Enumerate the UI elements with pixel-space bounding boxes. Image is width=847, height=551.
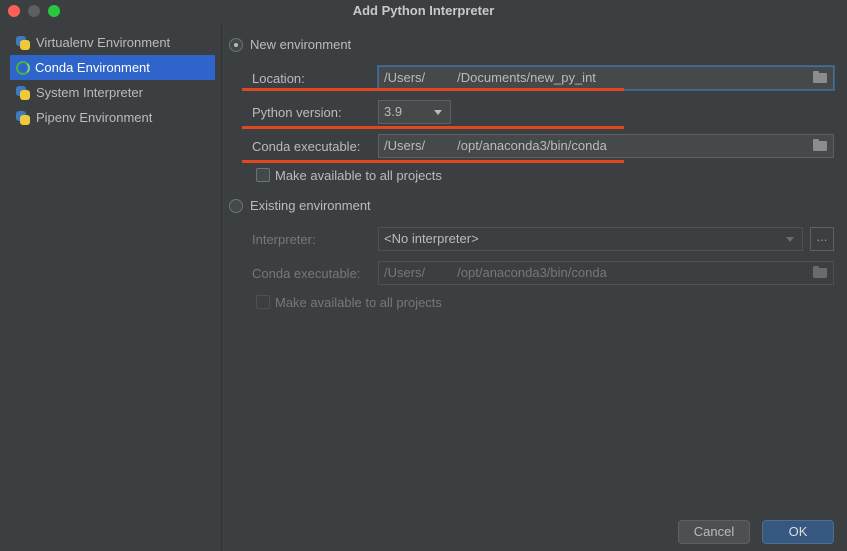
minimize-window-button[interactable] (28, 5, 40, 17)
new-environment-radio[interactable] (229, 38, 243, 52)
interpreter-select[interactable]: <No interpreter> (378, 227, 803, 251)
chevron-down-icon (434, 110, 442, 115)
existing-environment-radio[interactable] (229, 199, 243, 213)
title-bar: Add Python Interpreter (0, 0, 847, 22)
sidebar-item-conda[interactable]: Conda Environment (10, 55, 215, 80)
interpreter-value: <No interpreter> (384, 231, 479, 246)
annotation-underline-python-version (242, 126, 624, 129)
sidebar-item-system-interpreter[interactable]: System Interpreter (10, 80, 215, 105)
interpreter-label: Interpreter: (252, 232, 316, 247)
folder-icon[interactable] (813, 71, 827, 83)
ok-button[interactable]: OK (762, 520, 834, 544)
python-icon (15, 35, 31, 51)
python-version-label: Python version: (252, 105, 342, 120)
python-icon (15, 85, 31, 101)
sidebar-item-label: Virtualenv Environment (36, 35, 171, 50)
location-path-suffix: /Documents/new_py_int (457, 70, 596, 85)
annotation-underline-conda-executable (242, 160, 624, 163)
close-window-button[interactable] (8, 5, 20, 17)
window-title: Add Python Interpreter (352, 3, 495, 18)
existing-make-available-label: Make available to all projects (275, 295, 442, 310)
existing-conda-path-prefix: /Users/ (384, 265, 426, 280)
sidebar-item-label: Pipenv Environment (36, 110, 153, 125)
conda-executable-input[interactable]: /Users/ /opt/anaconda3/bin/conda (378, 134, 834, 158)
location-input[interactable]: /Users/ /Documents/new_py_int (378, 66, 834, 90)
maximize-window-button[interactable] (48, 5, 60, 17)
existing-conda-executable-input[interactable]: /Users/ /opt/anaconda3/bin/conda (378, 261, 834, 285)
pipenv-icon (15, 110, 31, 126)
conda-executable-label: Conda executable: (252, 139, 361, 154)
chevron-down-icon (786, 237, 794, 242)
existing-conda-path-suffix: /opt/anaconda3/bin/conda (457, 265, 607, 280)
location-label: Location: (252, 71, 305, 86)
conda-path-suffix: /opt/anaconda3/bin/conda (457, 138, 607, 153)
redacted-username (425, 266, 458, 281)
existing-conda-executable-label: Conda executable: (252, 266, 361, 281)
existing-make-available-checkbox[interactable] (256, 295, 270, 309)
folder-icon[interactable] (813, 139, 827, 151)
sidebar-item-pipenv[interactable]: Pipenv Environment (10, 105, 215, 130)
python-version-select[interactable]: 3.9 (378, 100, 451, 124)
folder-icon[interactable] (813, 266, 827, 278)
cancel-button[interactable]: Cancel (678, 520, 750, 544)
make-available-checkbox[interactable] (256, 168, 270, 182)
python-version-value: 3.9 (384, 104, 403, 119)
sidebar-item-label: System Interpreter (36, 85, 143, 100)
annotation-underline-location (242, 88, 624, 91)
location-path-prefix: /Users/ (384, 70, 426, 85)
redacted-username (425, 71, 458, 86)
existing-environment-label: Existing environment (250, 198, 371, 213)
conda-path-prefix: /Users/ (384, 138, 426, 153)
sidebar-item-virtualenv[interactable]: Virtualenv Environment (10, 30, 215, 55)
sidebar-item-label: Conda Environment (35, 60, 150, 75)
new-environment-label: New environment (250, 37, 352, 52)
browse-interpreter-button[interactable]: ... (810, 227, 834, 251)
make-available-label: Make available to all projects (275, 168, 442, 183)
redacted-username (425, 139, 458, 154)
conda-icon (16, 60, 30, 75)
sidebar: Virtualenv Environment Conda Environment… (0, 22, 222, 551)
